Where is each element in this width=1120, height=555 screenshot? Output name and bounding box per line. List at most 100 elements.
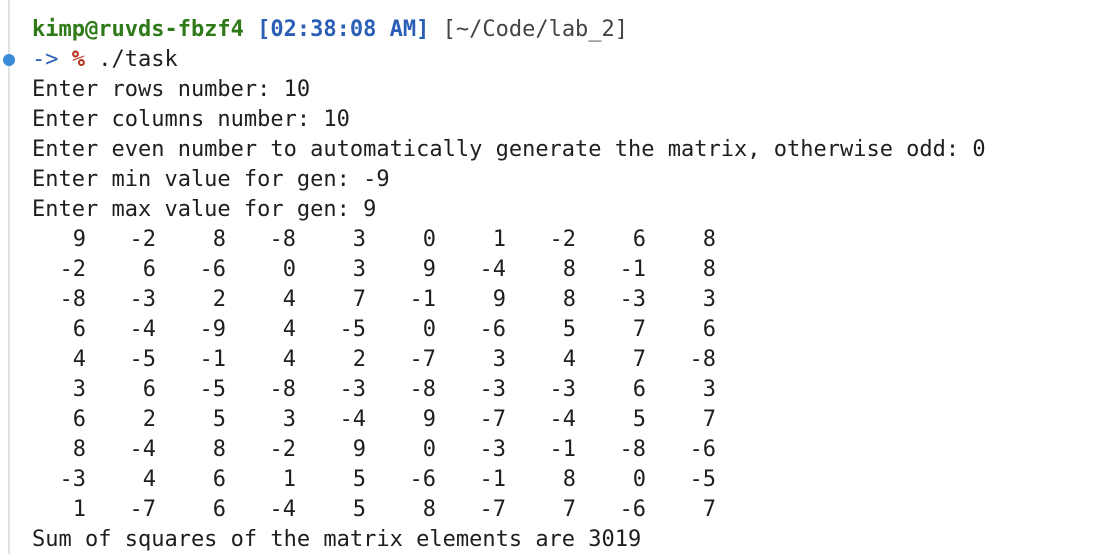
matrix-cell: -1 xyxy=(549,437,577,462)
matrix-cell: 8 xyxy=(422,497,436,522)
output-line: Enter min value for gen: -9 xyxy=(32,167,390,192)
matrix-cell: -5 xyxy=(339,317,367,342)
matrix-cell: -3 xyxy=(619,287,647,312)
output-line: Enter rows number: 10 xyxy=(32,77,311,102)
matrix-cell: 5 xyxy=(352,467,366,492)
matrix-cell: 1 xyxy=(282,467,296,492)
matrix-cell: -3 xyxy=(479,377,507,402)
matrix-cell: 6 xyxy=(72,317,86,342)
matrix-cell: 8 xyxy=(72,437,86,462)
terminal-output[interactable]: kimp@ruvds-fbzf4 [02:38:08 AM] [~/Code/l… xyxy=(32,15,1120,555)
matrix-cell: -2 xyxy=(129,227,157,252)
matrix-cell: -2 xyxy=(549,227,577,252)
matrix-cell: 8 xyxy=(562,257,576,282)
prompt-symbol: % xyxy=(71,47,85,72)
matrix-cell: -1 xyxy=(409,287,437,312)
matrix-cell: -4 xyxy=(129,437,157,462)
matrix-cell: 8 xyxy=(562,287,576,312)
matrix-cell: -4 xyxy=(129,317,157,342)
matrix-cell: -4 xyxy=(549,407,577,432)
matrix-cell: -2 xyxy=(59,257,87,282)
prompt-path: [~/Code/lab_2] xyxy=(442,17,629,42)
matrix-cell: 6 xyxy=(212,497,226,522)
matrix-cell: -3 xyxy=(549,377,577,402)
matrix-cell: -8 xyxy=(409,377,437,402)
matrix-cell: 6 xyxy=(142,377,156,402)
matrix-cell: -6 xyxy=(689,437,717,462)
matrix-cell: 4 xyxy=(282,317,296,342)
matrix-cell: 4 xyxy=(72,347,86,372)
matrix-cell: -7 xyxy=(479,497,507,522)
summary-line: Sum of squares of the matrix elements ar… xyxy=(32,527,642,552)
matrix-cell: 8 xyxy=(212,227,226,252)
matrix-cell: 4 xyxy=(282,287,296,312)
matrix-cell: 5 xyxy=(632,407,646,432)
matrix-cell: 7 xyxy=(632,347,646,372)
matrix-cell: 7 xyxy=(632,317,646,342)
matrix-cell: 3 xyxy=(352,227,366,252)
matrix-cell: -6 xyxy=(479,317,507,342)
matrix-cell: 5 xyxy=(352,497,366,522)
matrix-cell: 9 xyxy=(422,407,436,432)
matrix-cell: 8 xyxy=(212,437,226,462)
matrix-cell: -2 xyxy=(269,437,297,462)
matrix-cell: 2 xyxy=(352,347,366,372)
output-line: Enter max value for gen: 9 xyxy=(32,197,377,222)
matrix-row: 6 -4 -9 4 -5 0 -6 5 7 6 xyxy=(32,315,1120,345)
matrix-cell: -1 xyxy=(479,467,507,492)
prompt-arrow: -> xyxy=(32,47,59,72)
matrix-cell: -8 xyxy=(269,227,297,252)
matrix-cell: -5 xyxy=(689,467,717,492)
matrix-cell: -7 xyxy=(479,407,507,432)
matrix-cell: 5 xyxy=(212,407,226,432)
matrix-cell: 6 xyxy=(142,257,156,282)
matrix-cell: -6 xyxy=(619,497,647,522)
matrix-cell: -9 xyxy=(199,317,227,342)
matrix-cell: -6 xyxy=(199,257,227,282)
matrix-cell: 3 xyxy=(702,377,716,402)
matrix-cell: 3 xyxy=(492,347,506,372)
matrix-cell: 8 xyxy=(562,467,576,492)
matrix-cell: 5 xyxy=(562,317,576,342)
matrix-row: 9 -2 8 -8 3 0 1 -2 6 8 xyxy=(32,225,1120,255)
matrix-row: 3 6 -5 -8 -3 -8 -3 -3 6 3 xyxy=(32,375,1120,405)
matrix-cell: -5 xyxy=(199,377,227,402)
matrix-cell: 4 xyxy=(562,347,576,372)
matrix-cell: 9 xyxy=(72,227,86,252)
matrix-cell: 6 xyxy=(632,377,646,402)
matrix-cell: -1 xyxy=(619,257,647,282)
matrix-row: 4 -5 -1 4 2 -7 3 4 7 -8 xyxy=(32,345,1120,375)
matrix-cell: -7 xyxy=(409,347,437,372)
matrix-cell: 0 xyxy=(632,467,646,492)
matrix-cell: 8 xyxy=(702,227,716,252)
command-text: ./task xyxy=(98,47,178,72)
matrix-cell: 7 xyxy=(702,407,716,432)
matrix-cell: 8 xyxy=(702,257,716,282)
matrix-cell: 7 xyxy=(352,287,366,312)
matrix-cell: 4 xyxy=(282,347,296,372)
matrix-cell: 6 xyxy=(72,407,86,432)
user-host: kimp@ruvds-fbzf4 xyxy=(32,17,244,42)
matrix-cell: -3 xyxy=(129,287,157,312)
matrix-cell: -3 xyxy=(59,467,87,492)
matrix-cell: 9 xyxy=(422,257,436,282)
matrix-cell: 0 xyxy=(422,317,436,342)
terminal-gutter xyxy=(8,0,10,554)
matrix-cell: 9 xyxy=(352,437,366,462)
matrix-row: 6 2 5 3 -4 9 -7 -4 5 7 xyxy=(32,405,1120,435)
output-line: Enter columns number: 10 xyxy=(32,107,350,132)
prompt-header-line: kimp@ruvds-fbzf4 [02:38:08 AM] [~/Code/l… xyxy=(32,15,1120,45)
matrix-row: -8 -3 2 4 7 -1 9 8 -3 3 xyxy=(32,285,1120,315)
matrix-row: -3 4 6 1 5 -6 -1 8 0 -5 xyxy=(32,465,1120,495)
matrix-cell: -4 xyxy=(339,407,367,432)
matrix-cell: -5 xyxy=(129,347,157,372)
prompt-time: [02:38:08 AM] xyxy=(257,17,430,42)
matrix-cell: -8 xyxy=(619,437,647,462)
matrix-cell: 4 xyxy=(142,467,156,492)
matrix-cell: 6 xyxy=(632,227,646,252)
matrix-cell: 6 xyxy=(702,317,716,342)
matrix-cell: 0 xyxy=(282,257,296,282)
matrix-row: -2 6 -6 0 3 9 -4 8 -1 8 xyxy=(32,255,1120,285)
matrix-cell: 3 xyxy=(72,377,86,402)
matrix-cell: 3 xyxy=(352,257,366,282)
